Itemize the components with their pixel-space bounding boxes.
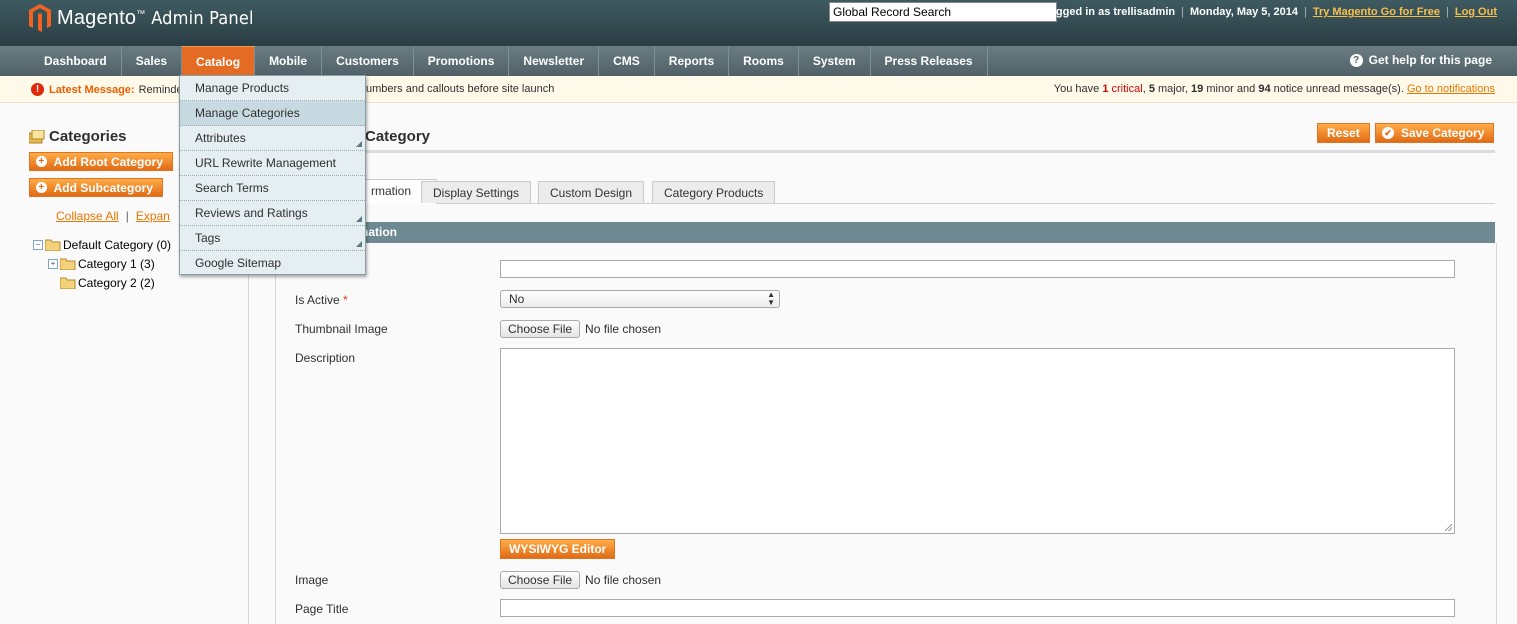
major-count: 5: [1148, 83, 1155, 95]
magento-logo-icon: [29, 4, 51, 32]
wysiwyg-editor-button[interactable]: WYSIWYG Editor: [500, 539, 616, 559]
latest-message-label: Latest Message:: [49, 83, 135, 96]
image-file-input: Choose File No file chosen: [500, 571, 661, 589]
resize-grip-icon[interactable]: [1445, 524, 1452, 531]
logged-in-text: Logged in as trellisadmin: [1042, 6, 1176, 18]
menu-google-sitemap[interactable]: Google Sitemap: [180, 251, 365, 276]
collapse-all-link[interactable]: Collapse All: [56, 209, 119, 223]
image-choose-file-button[interactable]: Choose File: [500, 571, 581, 589]
page-title-label: Page Title: [295, 602, 349, 616]
nav-press-releases[interactable]: Press Releases: [871, 46, 988, 76]
folder-icon: [60, 277, 76, 289]
try-magento-go-link[interactable]: Try Magento Go for Free: [1313, 6, 1440, 18]
nav-dashboard[interactable]: Dashboard: [30, 46, 122, 76]
brand-suffix: Admin Panel: [151, 7, 254, 29]
save-category-button[interactable]: ✔ Save Category: [1375, 123, 1495, 143]
folder-open-icon: [45, 239, 61, 251]
thumbnail-file-status: No file chosen: [585, 322, 662, 336]
select-arrows-icon: ▲ ▼: [767, 290, 775, 307]
folder-icon: [60, 258, 76, 270]
logout-link[interactable]: Log Out: [1455, 6, 1497, 18]
add-root-category-button[interactable]: + Add Root Category: [29, 152, 173, 171]
page-title: Category: [365, 128, 431, 145]
nav-promotions[interactable]: Promotions: [414, 46, 510, 76]
thumbnail-choose-file-button[interactable]: Choose File: [500, 320, 581, 338]
latest-message-start: Reminde: [138, 83, 183, 96]
tree-node-category-2[interactable]: Category 2 (2): [60, 276, 155, 290]
nav-customers[interactable]: Customers: [322, 46, 414, 76]
menu-manage-products[interactable]: Manage Products: [180, 76, 365, 101]
help-icon: ?: [1349, 53, 1363, 67]
menu-reviews-and-ratings[interactable]: Reviews and Ratings: [180, 201, 365, 226]
catalog-dropdown-menu: Manage Products Manage Categories Attrib…: [179, 75, 366, 275]
name-field[interactable]: [500, 260, 1455, 278]
nav-mobile[interactable]: Mobile: [255, 46, 323, 76]
categories-title: Categories: [49, 128, 127, 145]
reset-button[interactable]: Reset: [1317, 123, 1370, 143]
category-form: Is Active * No ▲ ▼ Thumbnail Image Choose…: [275, 243, 1497, 624]
is-active-label: Is Active *: [295, 293, 348, 307]
help-link[interactable]: ? Get help for this page: [1349, 53, 1492, 67]
image-label: Image: [295, 573, 329, 587]
section-header: nation: [275, 222, 1495, 243]
plus-icon: +: [36, 182, 47, 193]
magento-logo[interactable]: Magento™ Admin Panel: [29, 4, 254, 32]
latest-message-end: umbers and callouts before site launch: [366, 83, 555, 95]
collapse-toggle-icon[interactable]: −: [33, 240, 43, 250]
nav-catalog[interactable]: Catalog: [182, 46, 256, 76]
plus-icon: +: [36, 156, 47, 167]
is-active-select[interactable]: No ▲ ▼: [500, 290, 780, 308]
go-to-notifications-link[interactable]: Go to notifications: [1407, 83, 1495, 95]
nav-newsletter[interactable]: Newsletter: [509, 46, 600, 76]
critical-count: 1: [1102, 83, 1109, 95]
main-nav: Dashboard Sales Catalog Mobile Customers…: [0, 45, 1517, 77]
thumbnail-image-label: Thumbnail Image: [295, 322, 388, 336]
submenu-arrow-icon: [356, 241, 362, 247]
header-date: Monday, May 5, 2014: [1189, 6, 1298, 18]
alert-icon: !: [31, 83, 44, 96]
submenu-arrow-icon: [356, 216, 362, 222]
notification-summary: You have 1 critical, 5 major, 19 minor a…: [1053, 83, 1495, 95]
category-tabs: rmation Display Settings Custom Design C…: [275, 175, 1495, 204]
check-icon: ✔: [1382, 127, 1394, 139]
menu-url-rewrite-management[interactable]: URL Rewrite Management: [180, 151, 365, 176]
minor-count: 19: [1191, 83, 1204, 95]
description-label: Description: [295, 351, 356, 365]
page-title-field[interactable]: [500, 599, 1455, 617]
tab-display-settings[interactable]: Display Settings: [421, 181, 532, 203]
tree-node-category-1[interactable]: + Category 1 (3): [48, 257, 155, 271]
nav-cms[interactable]: CMS: [599, 46, 655, 76]
tree-node-default-category[interactable]: − Default Category (0): [33, 238, 171, 252]
title-divider: [249, 150, 1495, 153]
add-subcategory-button[interactable]: + Add Subcategory: [29, 178, 163, 197]
tab-custom-design[interactable]: Custom Design: [538, 181, 645, 203]
expand-toggle-icon[interactable]: +: [48, 259, 58, 269]
notice-count: 94: [1258, 83, 1271, 95]
main-content: Category Reset ✔ Save Category rmation D…: [249, 103, 1517, 624]
image-file-status: No file chosen: [585, 573, 662, 587]
expand-all-link[interactable]: Expan: [136, 209, 170, 223]
folder-stack-icon: [29, 129, 45, 143]
menu-manage-categories[interactable]: Manage Categories: [180, 101, 365, 126]
header-user-info: Logged in as trellisadmin | Monday, May 5,…: [1042, 6, 1497, 18]
menu-attributes[interactable]: Attributes: [180, 126, 365, 151]
help-label: Get help for this page: [1368, 53, 1492, 67]
nav-reports[interactable]: Reports: [655, 46, 730, 76]
menu-tags[interactable]: Tags: [180, 226, 365, 251]
menu-search-terms[interactable]: Search Terms: [180, 176, 365, 201]
top-header: Magento™ Admin Panel Logged in as trelli…: [0, 0, 1517, 45]
tab-category-products[interactable]: Category Products: [652, 181, 776, 203]
nav-sales[interactable]: Sales: [122, 46, 183, 76]
nav-rooms[interactable]: Rooms: [729, 46, 799, 76]
description-textarea[interactable]: [500, 348, 1455, 534]
global-search-input[interactable]: [829, 2, 1057, 22]
nav-system[interactable]: System: [799, 46, 871, 76]
submenu-arrow-icon: [356, 141, 362, 147]
thumbnail-file-input: Choose File No file chosen: [500, 320, 661, 338]
brand-name: Magento: [57, 6, 137, 29]
